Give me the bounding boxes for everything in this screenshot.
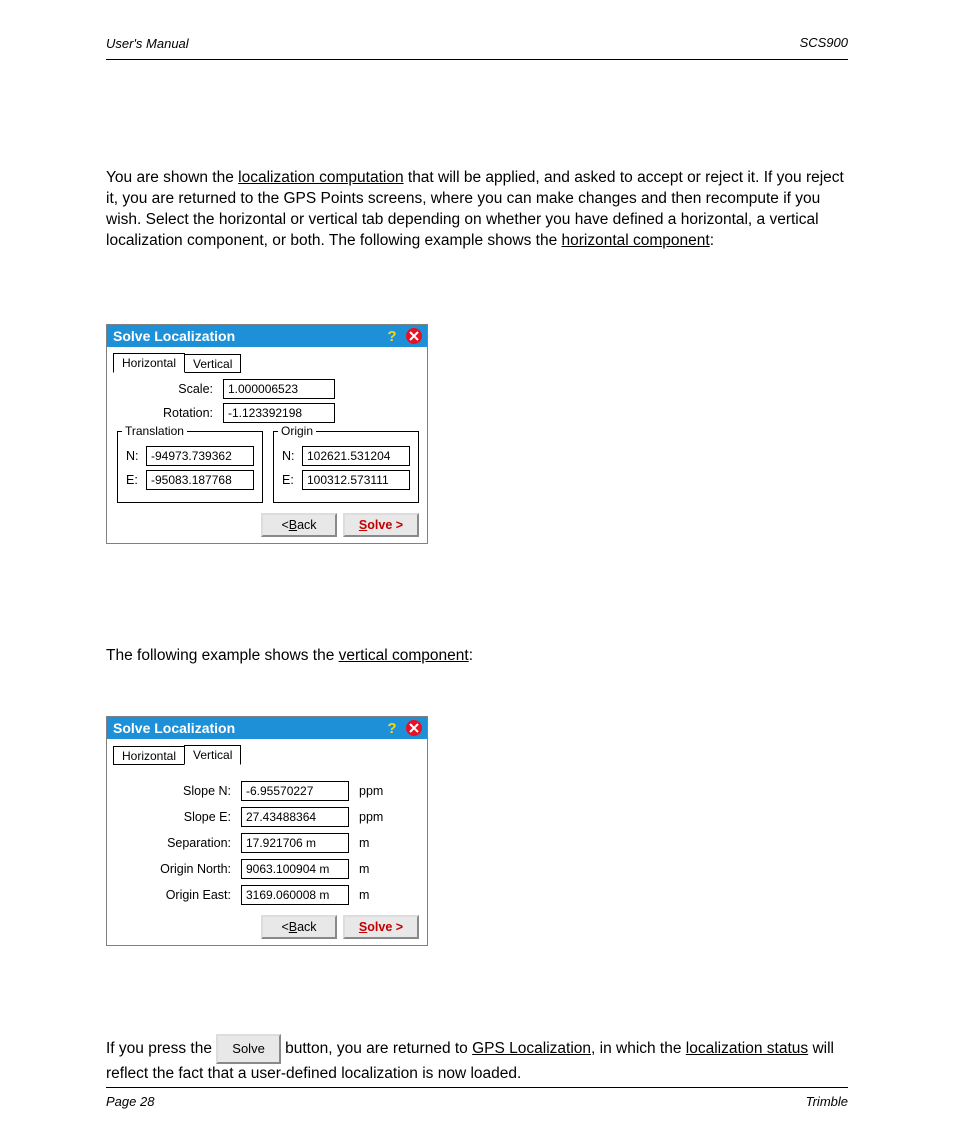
link-horizontal-component[interactable]: horizontal component: [562, 232, 710, 249]
origin-e-input[interactable]: [302, 470, 410, 490]
footer-brand: Trimble: [806, 1094, 848, 1109]
close-icon[interactable]: [405, 719, 423, 737]
origin-north-unit: m: [359, 862, 369, 876]
paragraph-3: If you press the Solve button, you are r…: [106, 1034, 850, 1084]
translation-n-input[interactable]: [146, 446, 254, 466]
separation-unit: m: [359, 836, 369, 850]
origin-east-unit: m: [359, 888, 369, 902]
dialog-body: Horizontal Vertical Scale: Rotation: Tra…: [107, 347, 427, 543]
separation-label: Separation:: [113, 836, 241, 850]
page-header: User's Manual SCS900: [106, 35, 848, 60]
rotation-input[interactable]: [223, 403, 335, 423]
header-left: User's Manual: [106, 36, 189, 51]
slope-e-unit: ppm: [359, 810, 383, 824]
link-vertical-component[interactable]: vertical component: [339, 647, 469, 664]
translation-legend: Translation: [122, 424, 187, 438]
origin-n-label: N:: [282, 449, 302, 463]
solve-button[interactable]: Solve >: [343, 915, 419, 939]
origin-east-input[interactable]: [241, 885, 349, 905]
paragraph-1: You are shown the localization computati…: [106, 168, 850, 252]
origin-north-input[interactable]: [241, 859, 349, 879]
origin-e-label: E:: [282, 473, 302, 487]
dialog-body: Horizontal Vertical Slope N: ppm Slope E…: [107, 739, 427, 945]
tab-horizontal[interactable]: Horizontal: [113, 353, 185, 373]
tabs: Horizontal Vertical: [113, 743, 421, 765]
slope-e-label: Slope E:: [113, 810, 241, 824]
solve-inline-button: Solve: [216, 1034, 281, 1064]
slope-n-unit: ppm: [359, 784, 383, 798]
dialog-solve-localization-vertical: Solve Localization ? Horizontal Vertical…: [106, 716, 428, 946]
close-icon[interactable]: [405, 327, 423, 345]
titlebar: Solve Localization ?: [107, 717, 427, 739]
tab-vertical[interactable]: Vertical: [184, 745, 241, 765]
dialog-title: Solve Localization: [113, 720, 379, 736]
slope-n-input[interactable]: [241, 781, 349, 801]
back-button[interactable]: < Back: [261, 915, 337, 939]
tab-horizontal[interactable]: Horizontal: [113, 746, 185, 765]
translation-e-input[interactable]: [146, 470, 254, 490]
tab-vertical[interactable]: Vertical: [184, 354, 241, 373]
origin-group: Origin N: E:: [273, 431, 419, 503]
origin-north-label: Origin North:: [113, 862, 241, 876]
rotation-label: Rotation:: [113, 406, 223, 420]
help-icon[interactable]: ?: [383, 327, 401, 345]
header-right: SCS900: [800, 35, 848, 50]
titlebar: Solve Localization ?: [107, 325, 427, 347]
translation-group: Translation N: E:: [117, 431, 263, 503]
link-localization-computation[interactable]: localization computation: [238, 169, 403, 186]
tabs: Horizontal Vertical: [113, 351, 421, 373]
origin-n-input[interactable]: [302, 446, 410, 466]
slope-n-label: Slope N:: [113, 784, 241, 798]
scale-input[interactable]: [223, 379, 335, 399]
origin-legend: Origin: [278, 424, 316, 438]
translation-e-label: E:: [126, 473, 146, 487]
translation-n-label: N:: [126, 449, 146, 463]
link-gps-localization[interactable]: GPS Localization: [472, 1040, 591, 1057]
dialog-title: Solve Localization: [113, 328, 379, 344]
origin-east-label: Origin East:: [113, 888, 241, 902]
back-button[interactable]: < Back: [261, 513, 337, 537]
link-localization-status[interactable]: localization status: [686, 1040, 808, 1057]
page-footer: Page 28 Trimble: [106, 1087, 848, 1109]
paragraph-2: The following example shows the vertical…: [106, 646, 850, 667]
scale-label: Scale:: [113, 382, 223, 396]
page-number: Page 28: [106, 1094, 154, 1109]
dialog-solve-localization-horizontal: Solve Localization ? Horizontal Vertical…: [106, 324, 428, 544]
help-icon[interactable]: ?: [383, 719, 401, 737]
slope-e-input[interactable]: [241, 807, 349, 827]
separation-input[interactable]: [241, 833, 349, 853]
solve-button[interactable]: Solve >: [343, 513, 419, 537]
